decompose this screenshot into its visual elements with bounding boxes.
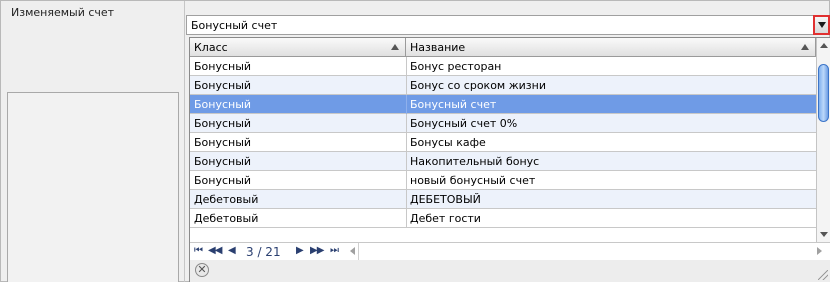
vertical-scrollbar[interactable]	[816, 38, 830, 242]
cell-class: Бонусный	[194, 60, 252, 73]
table-row-selected[interactable]: Бонусный Бонусный счет	[190, 95, 816, 114]
cell-name: Бонус со сроком жизни	[410, 79, 546, 92]
cell-name: Накопительный бонус	[410, 155, 540, 168]
dropdown-panel: Класс Название Бонусный Бонус ресторан Б…	[189, 37, 830, 282]
dropdown-footer: ✕	[190, 260, 830, 282]
column-header-class[interactable]: Класс	[190, 38, 406, 57]
clear-icon[interactable]: ✕	[195, 263, 209, 277]
cell-class: Дебетовый	[194, 212, 259, 225]
sort-asc-icon	[801, 44, 809, 50]
page-indicator: 3 / 21	[246, 245, 281, 259]
field-label: Изменяемый счет	[11, 6, 115, 19]
column-header-label: Класс	[194, 41, 228, 54]
cell-name: Бонус ресторан	[410, 60, 502, 73]
next-block-icon[interactable]: ▶▶	[310, 245, 324, 256]
cell-name: Бонусный счет 0%	[410, 117, 518, 130]
table-row[interactable]: Бонусный Накопительный бонус	[190, 152, 816, 171]
table-row[interactable]: Дебетовый Дебет гости	[190, 209, 816, 228]
divider	[184, 1, 185, 282]
table-row[interactable]: Бонусный новый бонусный счет	[190, 171, 816, 190]
pager: ⏮ ◀◀ ◀ 3 / 21 ▶ ▶▶ ⏭	[190, 242, 830, 260]
scroll-down-icon[interactable]	[820, 232, 828, 237]
cell-class: Дебетовый	[194, 193, 259, 206]
scroll-left-icon[interactable]	[350, 247, 355, 255]
prev-block-icon[interactable]: ◀◀	[208, 245, 222, 256]
cell-name: новый бонусный счет	[410, 174, 536, 187]
horizontal-scrollbar[interactable]	[358, 243, 359, 260]
combo-value: Бонусный счет	[191, 19, 278, 32]
column-header-name[interactable]: Название	[406, 38, 816, 57]
cell-class: Бонусный	[194, 136, 252, 149]
cell-class: Бонусный	[194, 117, 252, 130]
cell-name: Бонусы кафе	[410, 136, 486, 149]
column-header-label: Название	[410, 41, 466, 54]
cell-name: Бонусный счет	[410, 98, 497, 111]
cell-class: Бонусный	[194, 174, 252, 187]
table-row[interactable]: Бонусный Бонус ресторан	[190, 57, 816, 76]
account-combo[interactable]: Бонусный счет	[186, 15, 830, 35]
cell-class: Бонусный	[194, 79, 252, 92]
last-page-icon[interactable]: ⏭	[330, 245, 339, 256]
cell-name: ДЕБЕТОВЫЙ	[410, 193, 481, 206]
dropdown-button[interactable]	[813, 15, 830, 35]
accounts-grid: Класс Название Бонусный Бонус ресторан Б…	[190, 38, 816, 258]
scroll-up-icon[interactable]	[820, 43, 828, 48]
next-page-icon[interactable]: ▶	[296, 245, 304, 256]
table-row[interactable]: Бонусный Бонус со сроком жизни	[190, 76, 816, 95]
left-panel	[7, 92, 179, 282]
form-panel: Изменяемый счет Бонусный счет Класс Назв…	[0, 0, 830, 282]
scroll-right-icon[interactable]	[817, 247, 822, 255]
sort-asc-icon	[391, 44, 399, 50]
chevron-down-icon	[817, 22, 826, 28]
resize-grip-icon[interactable]	[818, 270, 828, 280]
table-row[interactable]: Бонусный Бонусы кафе	[190, 133, 816, 152]
cell-class: Бонусный	[194, 98, 252, 111]
table-row[interactable]: Дебетовый ДЕБЕТОВЫЙ	[190, 190, 816, 209]
cell-name: Дебет гости	[410, 212, 481, 225]
cell-class: Бонусный	[194, 155, 252, 168]
table-row[interactable]: Бонусный Бонусный счет 0%	[190, 114, 816, 133]
prev-page-icon[interactable]: ◀	[228, 245, 236, 256]
first-page-icon[interactable]: ⏮	[194, 245, 203, 256]
scroll-thumb[interactable]	[818, 64, 829, 122]
